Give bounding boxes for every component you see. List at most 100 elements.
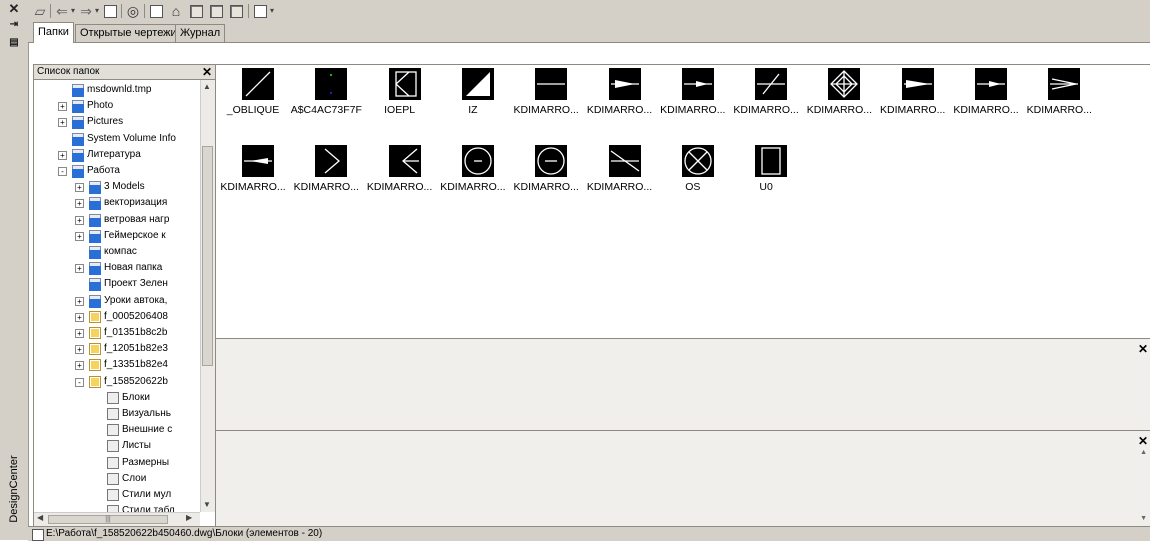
- collapse-icon[interactable]: -: [58, 167, 67, 176]
- block-item[interactable]: KDIMARRO...: [363, 145, 437, 209]
- expand-icon[interactable]: +: [75, 312, 84, 322]
- tree-item-label: Размерны: [122, 456, 170, 468]
- scroll-left-icon[interactable]: ◀: [37, 513, 43, 522]
- tree-category-item[interactable]: Листы: [34, 438, 200, 454]
- tree-folder-item[interactable]: + векторизация: [34, 195, 200, 211]
- tree-category-item[interactable]: Блоки: [34, 390, 200, 406]
- block-item[interactable]: KDIMARRO...: [583, 68, 657, 132]
- tree-folder-item[interactable]: + f_13351b82e4: [34, 357, 200, 373]
- scroll-up-icon[interactable]: ▲: [1140, 449, 1147, 456]
- expand-icon[interactable]: +: [58, 118, 67, 128]
- expand-icon[interactable]: +: [75, 199, 84, 209]
- expand-icon[interactable]: +: [75, 231, 84, 241]
- scroll-down-icon[interactable]: ▼: [1140, 515, 1147, 522]
- block-item[interactable]: KDIMARRO...: [289, 145, 363, 209]
- tree-folder-item[interactable]: + ветровая нагр: [34, 212, 200, 228]
- search-icon[interactable]: ◎: [125, 3, 141, 19]
- block-item[interactable]: KDIMARRO...: [1022, 68, 1096, 132]
- autohide-icon[interactable]: ⇥: [7, 18, 21, 32]
- block-item[interactable]: OS: [656, 145, 730, 209]
- views-dropdown-icon[interactable]: ▾: [270, 3, 274, 19]
- expand-icon[interactable]: +: [75, 215, 84, 225]
- block-item[interactable]: KDIMARRO...: [876, 68, 950, 132]
- tree-horizontal-scrollbar[interactable]: ◀ ||| ▶: [34, 512, 200, 527]
- tree-folder-item[interactable]: +3 Models: [34, 179, 200, 195]
- palette-titlebar[interactable]: ✕ ⇥ ▤ DesignCenter: [0, 0, 29, 540]
- preview-icon[interactable]: [208, 3, 224, 19]
- tree-folder-item[interactable]: + Уроки автока,: [34, 293, 200, 309]
- collapse-icon[interactable]: -: [75, 377, 84, 387]
- tree-folder-item[interactable]: + f_12051b82e3: [34, 341, 200, 357]
- scroll-thumb[interactable]: [202, 146, 213, 366]
- tree-category-item[interactable]: Визуальнь: [34, 406, 200, 422]
- tree-category-item[interactable]: Размерны: [34, 455, 200, 471]
- tree-category-item[interactable]: Стили мул: [34, 487, 200, 503]
- up-icon[interactable]: [102, 3, 118, 19]
- block-item[interactable]: KDIMARRO...: [729, 68, 803, 132]
- tree-folder-item[interactable]: + Photo: [34, 98, 200, 114]
- forward-dropdown-icon[interactable]: ▾: [95, 3, 99, 19]
- tree-folder-item[interactable]: Проект Зелен: [34, 276, 200, 292]
- block-item[interactable]: KDIMARRO...: [656, 68, 730, 132]
- tree-folder-item[interactable]: + Литература: [34, 147, 200, 163]
- expand-icon[interactable]: +: [58, 102, 67, 112]
- tree-folder-item[interactable]: + Pictures: [34, 114, 200, 130]
- tab-history[interactable]: Журнал: [175, 24, 226, 42]
- scroll-up-icon[interactable]: ▲: [203, 82, 211, 91]
- load-icon[interactable]: ▱: [32, 3, 48, 19]
- tree-category-item[interactable]: Стили табл: [34, 503, 200, 512]
- tree-folder-item[interactable]: + f_0005206408: [34, 309, 200, 325]
- tree-folder-item[interactable]: + Новая папка: [34, 260, 200, 276]
- back-icon[interactable]: ⇐: [54, 3, 70, 19]
- tree-folder-item[interactable]: msdownld.tmp: [34, 82, 200, 98]
- block-item[interactable]: IOEPL: [363, 68, 437, 132]
- description-icon[interactable]: [228, 3, 244, 19]
- close-icon[interactable]: ✕: [7, 2, 21, 16]
- block-item[interactable]: _OBLIQUE: [216, 68, 290, 132]
- expand-icon[interactable]: +: [75, 264, 84, 274]
- block-item[interactable]: KDIMARRO...: [509, 145, 583, 209]
- scroll-right-icon[interactable]: ▶: [186, 513, 192, 522]
- block-item[interactable]: A$C4AC73F7F: [289, 68, 363, 132]
- close-icon[interactable]: ✕: [1138, 434, 1148, 448]
- home-icon[interactable]: ⌂: [168, 3, 184, 19]
- forward-icon[interactable]: ⇒: [78, 3, 94, 19]
- expand-icon[interactable]: +: [75, 361, 84, 371]
- back-dropdown-icon[interactable]: ▾: [71, 3, 75, 19]
- expand-icon[interactable]: +: [58, 150, 67, 160]
- tree-folder-item[interactable]: System Volume Info: [34, 131, 200, 147]
- tree-folder-item[interactable]: + Геймерское к: [34, 228, 200, 244]
- block-item[interactable]: KDIMARRO...: [436, 145, 510, 209]
- tree-toggle-icon[interactable]: [188, 3, 204, 19]
- tree-vertical-scrollbar[interactable]: ▲ ▼: [200, 80, 215, 512]
- expand-icon[interactable]: +: [75, 345, 84, 355]
- tree-folder-item[interactable]: - f_158520622b: [34, 374, 200, 390]
- close-icon[interactable]: ✕: [1138, 342, 1148, 356]
- block-item[interactable]: U0: [729, 145, 803, 209]
- close-icon[interactable]: ✕: [202, 65, 212, 79]
- expand-icon[interactable]: +: [75, 183, 84, 193]
- views-icon[interactable]: [252, 3, 268, 19]
- tree-category-item[interactable]: Внешние с: [34, 422, 200, 438]
- block-item[interactable]: KDIMARRO...: [509, 68, 583, 132]
- tree-category-item[interactable]: Слои: [34, 471, 200, 487]
- tree-folder-item[interactable]: + f_01351b8c2b: [34, 325, 200, 341]
- favorites-icon[interactable]: [148, 3, 164, 19]
- block-item[interactable]: IZ: [436, 68, 510, 132]
- tree-folder-item[interactable]: компас: [34, 244, 200, 260]
- tab-open-drawings[interactable]: Открытые чертежи: [75, 24, 182, 42]
- tree-item-label: f_13351b82e4: [104, 359, 168, 371]
- block-item[interactable]: KDIMARRO...: [802, 68, 876, 132]
- properties-icon[interactable]: ▤: [7, 36, 21, 50]
- scroll-down-icon[interactable]: ▼: [203, 500, 211, 509]
- tab-folders[interactable]: Папки: [33, 22, 74, 43]
- scroll-thumb[interactable]: |||: [48, 515, 168, 524]
- expand-icon[interactable]: +: [75, 329, 84, 338]
- block-item[interactable]: KDIMARRO...: [216, 145, 290, 209]
- block-label: U0: [759, 181, 773, 193]
- expand-icon[interactable]: +: [75, 296, 84, 306]
- block-item[interactable]: KDIMARRO...: [949, 68, 1023, 132]
- block-item[interactable]: KDIMARRO...: [583, 145, 657, 209]
- folder-tree[interactable]: msdownld.tmp + Photo + Pictures System Volume…: [34, 80, 200, 512]
- tree-folder-item[interactable]: - Работа: [34, 163, 200, 179]
